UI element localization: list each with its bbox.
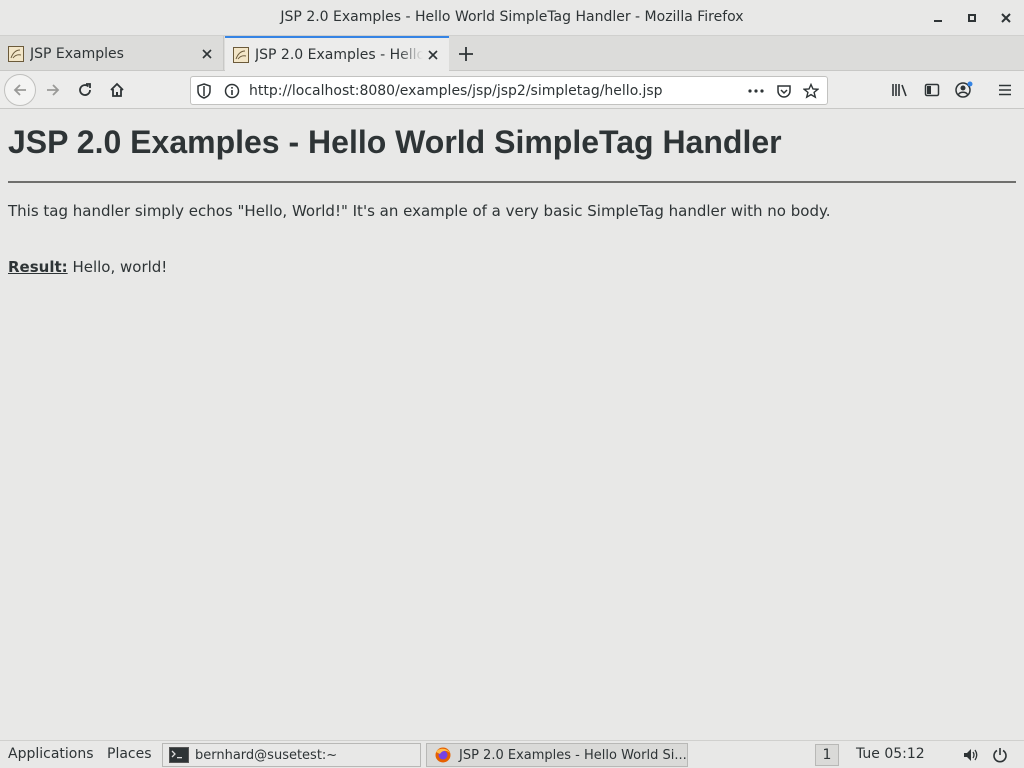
shield-icon[interactable] [196,83,212,99]
tomcat-favicon-icon [8,45,24,62]
power-button[interactable] [992,747,1008,767]
tab-close-button[interactable] [197,44,217,64]
volume-icon [964,749,978,761]
tomcat-favicon-icon [233,46,249,63]
result-value: Hello, world! [72,258,168,276]
minimize-button[interactable] [927,8,949,28]
info-icon[interactable] [224,83,240,99]
maximize-icon [968,14,976,22]
tab-jsp-examples[interactable]: JSP Examples [0,36,224,71]
places-menu[interactable]: Places [107,746,152,762]
account-icon [955,81,973,98]
applications-menu[interactable]: Applications [8,746,94,762]
terminal-icon [169,747,189,763]
window-title: JSP 2.0 Examples - Hello World SimpleTag… [280,9,744,25]
close-icon [202,48,212,59]
taskbar-window-terminal[interactable]: bernhard@susetest:~ [162,743,421,767]
home-button[interactable] [104,78,130,102]
taskbar-window-firefox[interactable]: JSP 2.0 Examples - Hello World Si... [426,743,688,767]
tab-label: JSP Examples [30,45,124,62]
arrow-left-icon [13,84,26,96]
url-bar[interactable]: http://localhost:8080/examples/jsp/jsp2/… [190,76,828,105]
account-button[interactable] [951,78,977,102]
library-icon [892,84,907,97]
maximize-button[interactable] [961,8,983,28]
menu-button[interactable] [992,78,1018,102]
plus-icon [459,46,473,61]
sidebar-icon [924,83,940,97]
navigation-toolbar: http://localhost:8080/examples/jsp/jsp2/… [0,71,1024,109]
divider [8,181,1016,183]
power-icon [993,748,1007,763]
page-heading: JSP 2.0 Examples - Hello World SimpleTag… [8,124,782,160]
clock[interactable]: Tue 05:12 [856,746,925,762]
result-line: Result: Hello, world! [8,258,1016,276]
home-icon [110,82,124,97]
sidebar-button[interactable] [919,78,945,102]
bookmark-star-icon[interactable] [803,83,819,99]
taskbar-window-label: bernhard@susetest:~ [195,747,338,763]
minimize-icon [934,20,942,22]
reload-button[interactable] [72,78,98,102]
library-button[interactable] [887,78,913,102]
close-window-button[interactable] [995,8,1017,28]
result-label: Result: [8,258,68,276]
page-description: This tag handler simply echos "Hello, Wo… [8,202,831,220]
window-titlebar: JSP 2.0 Examples - Hello World SimpleTag… [0,0,1024,36]
forward-button[interactable] [40,78,66,102]
volume-button[interactable] [962,747,980,767]
new-tab-button[interactable] [452,36,480,71]
bottom-taskbar: Applications Places bernhard@susetest:~ … [0,740,1024,768]
close-icon [1001,13,1011,23]
tab-strip: JSP Examples JSP 2.0 Examples - Hello Wo… [0,36,1024,71]
workspace-indicator[interactable]: 1 [815,744,839,766]
more-actions-icon[interactable] [747,83,765,99]
tab-hello-world[interactable]: JSP 2.0 Examples - Hello World SimpleTag… [225,36,449,71]
arrow-right-icon [47,84,60,96]
close-icon [428,49,438,60]
reload-icon [79,83,91,96]
page-content: JSP 2.0 Examples - Hello World SimpleTag… [0,110,1024,740]
firefox-icon [435,747,451,763]
taskbar-window-label: JSP 2.0 Examples - Hello World Si... [459,747,687,763]
hamburger-menu-icon [999,84,1011,96]
tab-close-button[interactable] [423,45,443,65]
back-button[interactable] [4,74,36,106]
pocket-icon[interactable] [776,83,792,99]
tab-label: JSP 2.0 Examples - Hello World SimpleTag… [255,46,423,63]
url-text[interactable]: http://localhost:8080/examples/jsp/jsp2/… [249,83,663,99]
